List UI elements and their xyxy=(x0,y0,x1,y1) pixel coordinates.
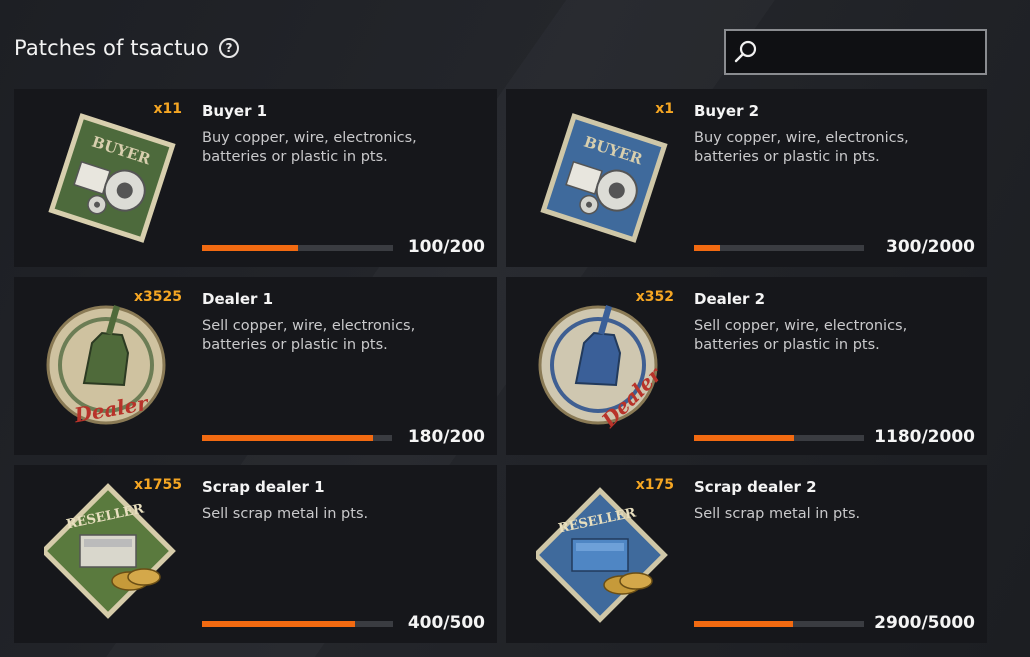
page-title: Patches of tsactuo xyxy=(14,36,209,60)
patch-count: x352 xyxy=(635,289,674,305)
patch-card-scrap-dealer-1[interactable]: RESELLER x1755 Scrap dealer 1 Sell scrap… xyxy=(14,465,497,643)
header: Patches of tsactuo ? xyxy=(0,0,1030,88)
patch-description: Buy copper, wire, electronics, batteries… xyxy=(202,130,417,165)
patch-card-buyer-1[interactable]: BUYER x11 Buyer 1 Buy copper, wire, elec… xyxy=(14,89,497,267)
patch-card-dealer-1[interactable]: Dealer x3525 Dealer 1 Sell copper, wire,… xyxy=(14,277,497,455)
search-box[interactable] xyxy=(724,29,987,75)
patches-page: Patches of tsactuo ? BUYER x11 Buyer 1 B… xyxy=(0,0,1030,657)
search-icon xyxy=(726,31,766,73)
dealer-patch-blue-icon: Dealer xyxy=(536,293,672,439)
progress-fill xyxy=(202,621,355,627)
patch-description: Sell scrap metal in pts. xyxy=(202,506,369,522)
buyer-patch-blue-icon: BUYER xyxy=(536,105,672,251)
progress-fill xyxy=(694,245,720,251)
progress-text: 1180/2000 xyxy=(874,427,975,447)
progress-bar xyxy=(694,245,864,251)
patch-name: Buyer 2 xyxy=(694,102,760,120)
patch-name: Scrap dealer 1 xyxy=(202,478,325,496)
reseller-patch-blue-icon: RESELLER xyxy=(532,481,672,627)
patch-count: x1755 xyxy=(134,477,182,493)
title-wrap: Patches of tsactuo ? xyxy=(14,36,239,60)
progress-bar xyxy=(202,435,392,441)
patch-description: Buy copper, wire, electronics, batteries… xyxy=(694,130,909,165)
progress-fill xyxy=(202,435,373,441)
progress-text: 180/200 xyxy=(407,427,485,447)
progress-bar xyxy=(694,621,864,627)
search-input[interactable] xyxy=(766,31,985,73)
progress-bar xyxy=(694,435,864,441)
patch-description: Sell scrap metal in pts. xyxy=(694,506,861,522)
patch-card-buyer-2[interactable]: BUYER x1 Buyer 2 Buy copper, wire, elect… xyxy=(506,89,987,267)
patch-description: Sell copper, wire, electronics, batterie… xyxy=(202,318,416,353)
patch-name: Dealer 1 xyxy=(202,290,274,308)
patch-card-scrap-dealer-2[interactable]: RESELLER x175 Scrap dealer 2 Sell scrap … xyxy=(506,465,987,643)
dealer-patch-green-icon: Dealer xyxy=(44,293,180,439)
patch-name: Dealer 2 xyxy=(694,290,766,308)
progress-text: 300/2000 xyxy=(885,237,975,257)
patch-count: x1 xyxy=(655,101,674,117)
patch-count: x175 xyxy=(635,477,674,493)
progress-fill xyxy=(694,621,793,627)
patch-name: Buyer 1 xyxy=(202,102,268,120)
progress-text: 100/200 xyxy=(407,237,485,257)
progress-text: 2900/5000 xyxy=(874,613,975,633)
progress-fill xyxy=(694,435,795,441)
patch-count: x11 xyxy=(153,101,182,117)
patch-card-dealer-2[interactable]: Dealer x352 Dealer 2 Sell copper, wire, … xyxy=(506,277,987,455)
patch-name: Scrap dealer 2 xyxy=(694,478,817,496)
question-circle-icon[interactable]: ? xyxy=(218,38,239,58)
progress-bar xyxy=(202,245,393,251)
progress-fill xyxy=(202,245,298,251)
patch-description: Sell copper, wire, electronics, batterie… xyxy=(694,318,908,353)
progress-bar xyxy=(202,621,393,627)
buyer-patch-green-icon: BUYER xyxy=(44,105,180,251)
progress-text: 400/500 xyxy=(407,613,485,633)
reseller-patch-green-icon: RESELLER xyxy=(40,481,180,627)
patch-count: x3525 xyxy=(134,289,182,305)
